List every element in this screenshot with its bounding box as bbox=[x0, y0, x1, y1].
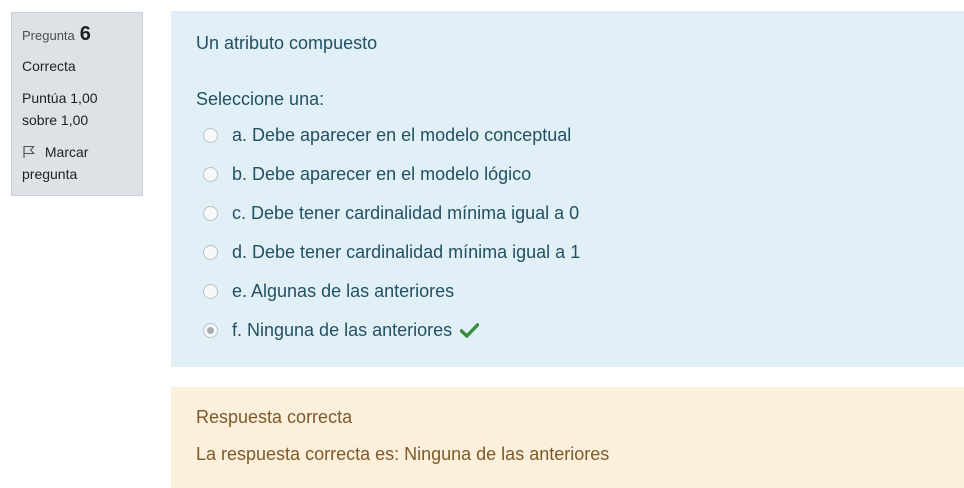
answer-option-e[interactable]: e. Algunas de las anteriores bbox=[203, 272, 580, 311]
answer-option-c[interactable]: c. Debe tener cardinalidad mínima igual … bbox=[203, 194, 580, 233]
grade-score: Puntúa 1,00 bbox=[22, 90, 98, 106]
question-heading: Pregunta 6 bbox=[22, 23, 132, 49]
question-text: Un atributo compuesto bbox=[196, 33, 378, 53]
answer-option-f[interactable]: f. Ninguna de las anteriores bbox=[203, 311, 580, 350]
question-grade: Puntúa 1,00 sobre 1,00 bbox=[22, 87, 132, 131]
question-number: 6 bbox=[79, 23, 91, 45]
grade-max: sobre 1,00 bbox=[22, 112, 89, 128]
flag-label-line1: Marcar bbox=[44, 144, 89, 160]
flag-outline-icon bbox=[22, 144, 45, 160]
flag-label-line2: pregunta bbox=[22, 166, 78, 182]
radio-button-selected[interactable] bbox=[203, 323, 218, 338]
answer-label: d. Debe tener cardinalidad mínima igual … bbox=[232, 242, 581, 262]
right-answer: La respuesta correcta es: Ninguna de las… bbox=[196, 444, 610, 464]
feedback-panel: Respuesta correcta La respuesta correcta… bbox=[171, 387, 964, 488]
answer-label: a. Debe aparecer en el modelo conceptual bbox=[232, 125, 572, 145]
radio-button[interactable] bbox=[203, 284, 218, 299]
general-feedback: Respuesta correcta bbox=[196, 407, 353, 427]
answer-label: f. Ninguna de las anteriores bbox=[232, 320, 453, 340]
question-state: Correcta bbox=[22, 58, 76, 74]
question-info-panel: Pregunta 6 Correcta Puntúa 1,00 sobre 1,… bbox=[11, 12, 143, 196]
radio-button[interactable] bbox=[203, 245, 218, 260]
question-label: Pregunta bbox=[22, 28, 75, 43]
flag-question-link[interactable]: Marcar pregunta bbox=[22, 141, 132, 185]
radio-button[interactable] bbox=[203, 206, 218, 221]
check-icon bbox=[460, 323, 480, 338]
radio-button[interactable] bbox=[203, 167, 218, 182]
answer-option-a[interactable]: a. Debe aparecer en el modelo conceptual bbox=[203, 116, 580, 155]
answer-label: e. Algunas de las anteriores bbox=[232, 281, 455, 301]
question-formulation: Un atributo compuesto Seleccione una: a.… bbox=[171, 11, 964, 367]
answer-prompt: Seleccione una: bbox=[196, 89, 325, 109]
answer-label: b. Debe aparecer en el modelo lógico bbox=[232, 164, 532, 184]
answer-label: c. Debe tener cardinalidad mínima igual … bbox=[232, 203, 580, 223]
radio-button[interactable] bbox=[203, 128, 218, 143]
answer-option-b[interactable]: b. Debe aparecer en el modelo lógico bbox=[203, 155, 580, 194]
answer-list: a. Debe aparecer en el modelo conceptual… bbox=[203, 116, 580, 350]
answer-option-d[interactable]: d. Debe tener cardinalidad mínima igual … bbox=[203, 233, 580, 272]
